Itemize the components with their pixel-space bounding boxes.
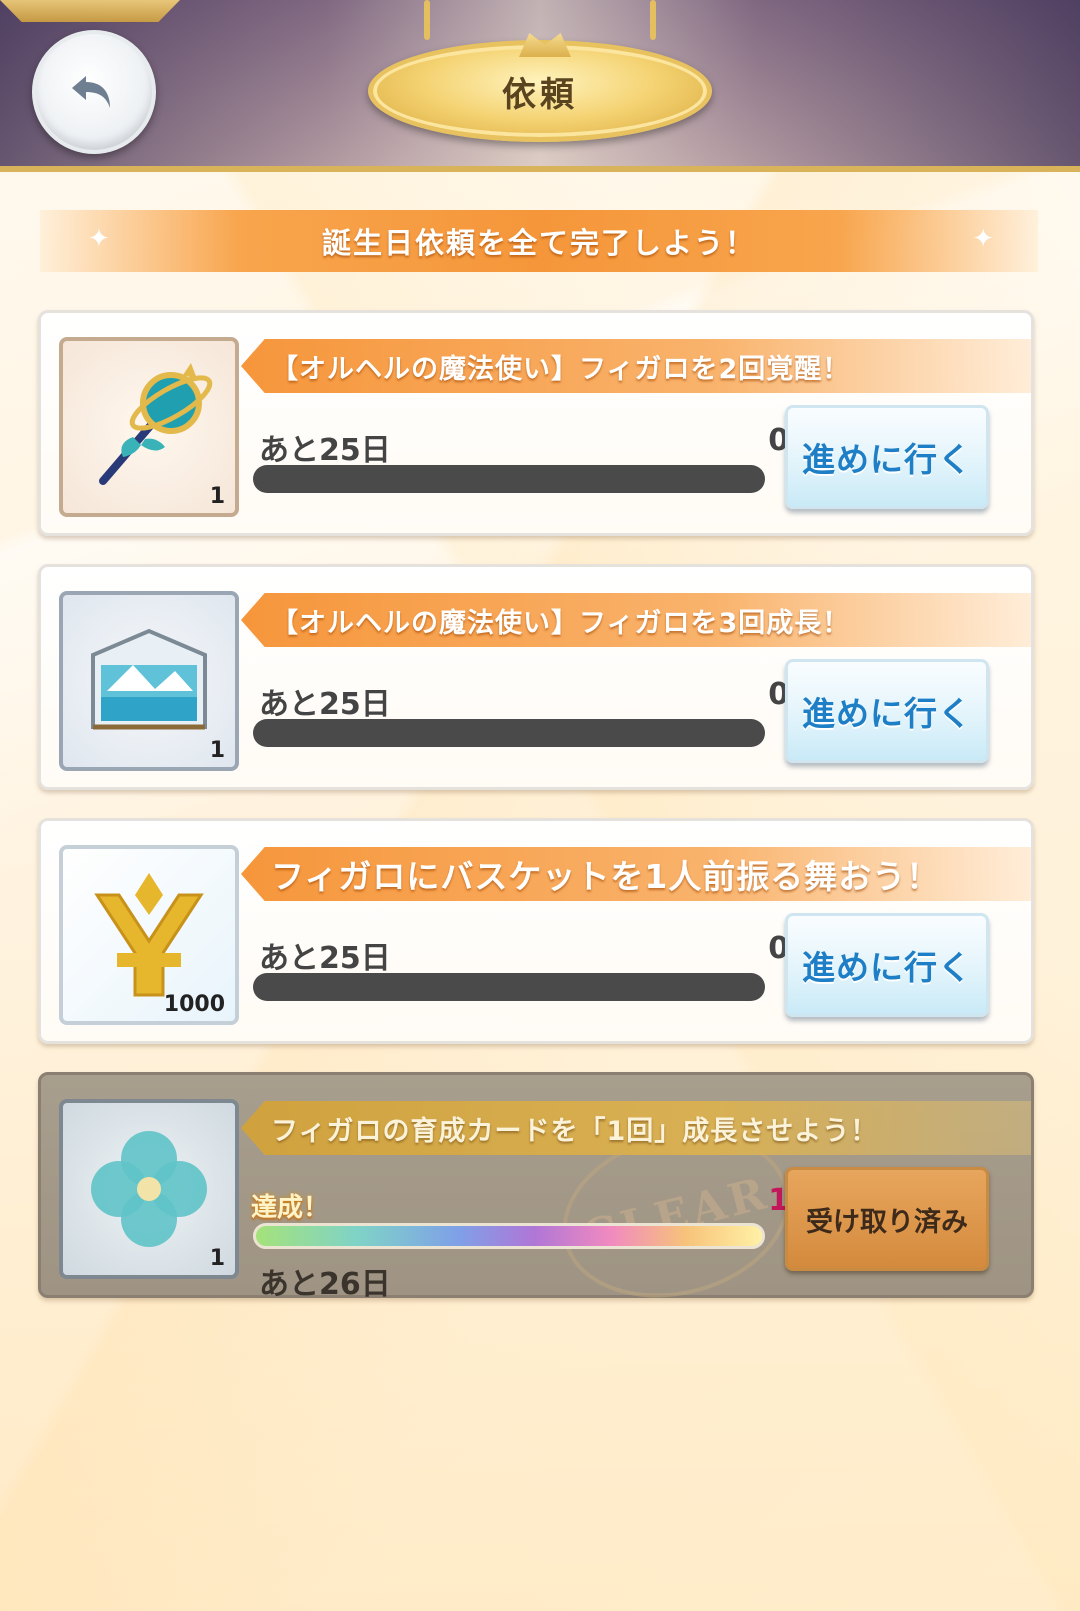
banner-text: 誕生日依頼を全て完了しよう！ <box>321 226 756 260</box>
quest-title-bar: フィガロにバスケットを1人前振る舞おう！ <box>241 847 1031 901</box>
header: 依頼 <box>0 0 1080 172</box>
quest-title-bar: フィガロの育成カードを「1回」成長させよう！ <box>241 1101 1031 1155</box>
days-remaining: あと25日 <box>259 687 391 722</box>
quest-card: 1 【オルヘルの魔法使い】フィガロを2回覚醒！ あと25日 0/2 進めに行く <box>38 310 1034 536</box>
reward-count: 1 <box>209 1246 225 1271</box>
title-plaque: 依頼 <box>368 33 712 142</box>
quest-title: フィガロにバスケットを1人前振る舞おう！ <box>271 857 941 896</box>
reward-item: 1 <box>59 591 239 771</box>
progress-bar-complete <box>253 1223 765 1249</box>
claimed-button-label: 受け取り済み <box>806 1206 968 1238</box>
goal-banner: ✦ 誕生日依頼を全て完了しよう！ ✦ <box>40 210 1038 272</box>
quest-title: フィガロの育成カードを「1回」成長させよう！ <box>271 1115 879 1147</box>
go-button[interactable]: 進めに行く <box>785 913 989 1017</box>
progress-bar <box>253 465 765 493</box>
reward-item: 1 <box>59 337 239 517</box>
sparkle-icon: ✦ <box>88 224 110 254</box>
reward-count: 1000 <box>163 992 225 1017</box>
go-button-label: 進めに行く <box>802 440 972 479</box>
go-button-label: 進めに行く <box>802 948 972 987</box>
reward-item: 1 <box>59 1099 239 1279</box>
crest-ornament <box>519 33 571 57</box>
back-button[interactable] <box>32 30 156 154</box>
days-remaining: あと25日 <box>259 433 391 468</box>
quest-title: 【オルヘルの魔法使い】フィガロを2回覚醒！ <box>271 353 851 385</box>
claimed-button[interactable]: 受け取り済み <box>785 1167 989 1271</box>
back-arrow-icon <box>72 76 110 108</box>
progress-bar <box>253 719 765 747</box>
go-button[interactable]: 進めに行く <box>785 659 989 763</box>
days-remaining: あと26日 <box>259 1267 391 1302</box>
page-title: 依頼 <box>502 74 578 115</box>
chain-right <box>650 0 656 40</box>
chain-left <box>424 0 430 40</box>
progress-bar <box>253 973 765 1001</box>
quest-title-bar: 【オルヘルの魔法使い】フィガロを2回覚醒！ <box>241 339 1031 393</box>
reward-item: 1000 <box>59 845 239 1025</box>
quest-card: 1 【オルヘルの魔法使い】フィガロを3回成長！ あと25日 0/3 進めに行く <box>38 564 1034 790</box>
quest-title-bar: 【オルヘルの魔法使い】フィガロを3回成長！ <box>241 593 1031 647</box>
go-button-label: 進めに行く <box>802 694 972 733</box>
reward-count: 1 <box>209 484 225 509</box>
sparkle-icon: ✦ <box>972 224 994 254</box>
quest-card-cleared: CLEAR 1 フィガロの育成カードを「1回」成長させよう！ 達成！ 1/1 あ… <box>38 1072 1034 1321</box>
quest-card: 1000 フィガロにバスケットを1人前振る舞おう！ あと25日 0/1 進めに行… <box>38 818 1034 1044</box>
go-button[interactable]: 進めに行く <box>785 405 989 509</box>
quest-title: 【オルヘルの魔法使い】フィガロを3回成長！ <box>271 607 851 639</box>
header-ornament <box>0 0 180 22</box>
reward-count: 1 <box>209 738 225 763</box>
achieved-label: 達成！ <box>251 1193 330 1223</box>
days-remaining: あと25日 <box>259 941 391 976</box>
